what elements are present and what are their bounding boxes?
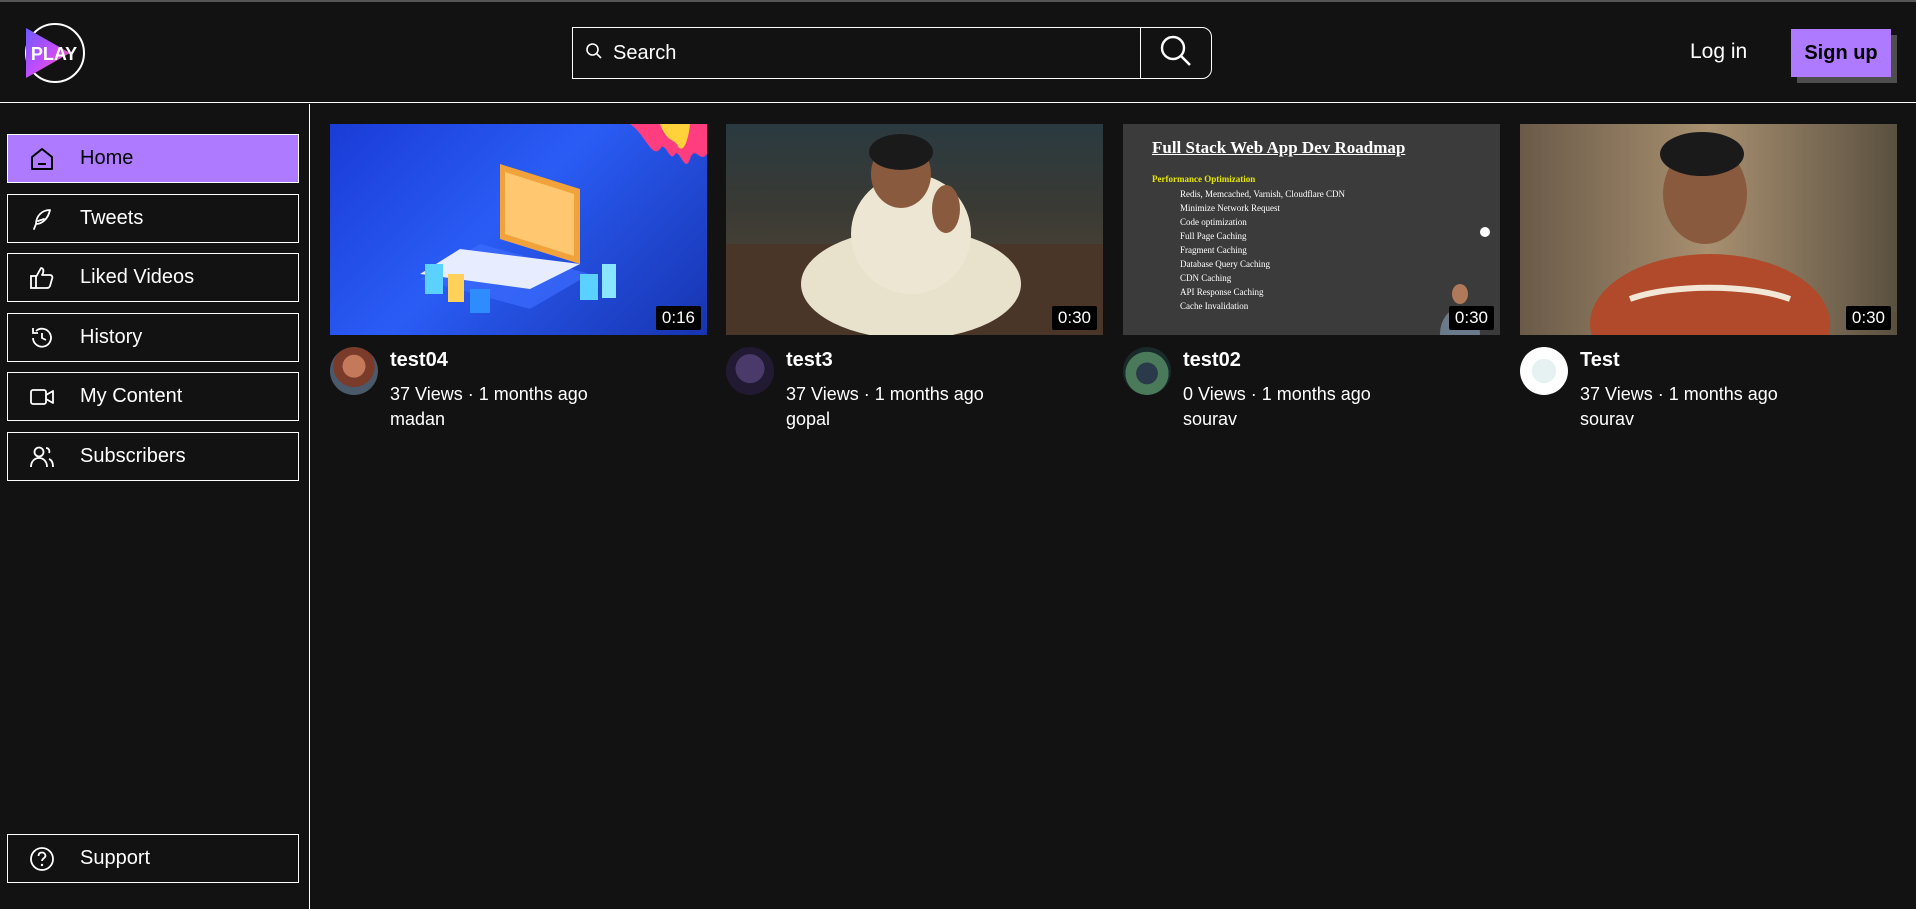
video-thumbnail[interactable]: Full Stack Web App Dev Roadmap Performan… (1123, 124, 1500, 335)
video-thumbnail[interactable]: 0:30 (1520, 124, 1897, 335)
video-stats: 37 Views · 1 months ago (786, 384, 984, 404)
channel-name[interactable]: gopal (786, 409, 830, 430)
video-duration: 0:16 (655, 306, 701, 330)
sidebar-item-my-content[interactable]: My Content (7, 372, 299, 421)
sidebar-item-label: Subscribers (80, 445, 186, 467)
sidebar-item-home[interactable]: Home (7, 134, 299, 183)
home-icon (28, 145, 56, 173)
channel-name[interactable]: sourav (1580, 409, 1634, 430)
video-stats: 37 Views · 1 months ago (1580, 384, 1778, 404)
top-bar: PLAY Log in Sign up (0, 2, 1916, 103)
sidebar-item-subscribers[interactable]: Subscribers (7, 432, 299, 481)
thumbnail-illustration (420, 124, 707, 313)
sidebar-item-label: Liked Videos (80, 266, 195, 288)
sidebar-item-label: My Content (80, 385, 183, 407)
video-duration: 0:30 (1051, 306, 1097, 330)
search-button[interactable] (1141, 28, 1211, 78)
video-card[interactable]: 0:16 test04 37 Views · 1 months ago mada… (330, 124, 707, 437)
thumbs-up-icon (28, 264, 56, 292)
sidebar-item-label: Home (80, 147, 134, 169)
video-meta: test02 0 Views · 1 months ago sourav (1123, 347, 1500, 437)
sidebar-item-history[interactable]: History (7, 313, 299, 362)
video-card[interactable]: Full Stack Web App Dev Roadmap Performan… (1123, 124, 1500, 437)
video-duration: 0:30 (1845, 306, 1891, 330)
history-icon (28, 324, 56, 352)
help-circle-icon (28, 845, 56, 873)
users-icon (28, 443, 56, 471)
video-title[interactable]: Test (1580, 349, 1620, 372)
video-thumbnail[interactable]: 0:30 (726, 124, 1103, 335)
video-meta: test3 37 Views · 1 months ago gopal (726, 347, 1103, 437)
search-field-wrapper (573, 28, 1141, 78)
video-card[interactable]: 0:30 test3 37 Views · 1 months ago gopal (726, 124, 1103, 437)
sidebar-item-support[interactable]: Support (7, 834, 299, 883)
video-stats: 0 Views · 1 months ago (1183, 384, 1371, 404)
play-logo[interactable]: PLAY (24, 22, 86, 84)
video-duration: 0:30 (1448, 306, 1494, 330)
sidebar-item-label: Tweets (80, 207, 144, 229)
video-camera-icon (28, 383, 56, 411)
sidebar-item-liked-videos[interactable]: Liked Videos (7, 253, 299, 302)
avatar[interactable] (1123, 347, 1171, 395)
sidebar-item-label: Support (80, 847, 151, 869)
video-meta: Test 37 Views · 1 months ago sourav (1520, 347, 1897, 437)
logo-text: PLAY (31, 44, 77, 64)
thumbnail-photo (1590, 132, 1830, 335)
search-input[interactable] (613, 41, 1113, 65)
presenter-overlay (1440, 227, 1490, 335)
thumbnail-photo (726, 134, 1103, 335)
sidebar: Home Tweets Liked Videos History My Cont… (0, 104, 310, 909)
avatar[interactable] (1520, 347, 1568, 395)
signup-button[interactable]: Sign up (1791, 29, 1891, 77)
video-title[interactable]: test02 (1183, 349, 1241, 372)
video-title[interactable]: test04 (390, 349, 448, 372)
video-title[interactable]: test3 (786, 349, 833, 372)
feather-icon (28, 205, 56, 233)
sidebar-item-label: History (80, 326, 143, 348)
avatar[interactable] (726, 347, 774, 395)
video-thumbnail[interactable]: 0:16 (330, 124, 707, 335)
search-icon (585, 42, 603, 65)
channel-name[interactable]: sourav (1183, 409, 1237, 430)
video-stats: 37 Views · 1 months ago (390, 384, 588, 404)
sidebar-item-tweets[interactable]: Tweets (7, 194, 299, 243)
search-bar (572, 27, 1212, 79)
channel-name[interactable]: madan (390, 409, 445, 430)
video-card[interactable]: 0:30 Test 37 Views · 1 months ago sourav (1520, 124, 1897, 437)
login-button[interactable]: Log in (1690, 40, 1747, 64)
search-icon (1159, 34, 1193, 73)
video-meta: test04 37 Views · 1 months ago madan (330, 347, 707, 437)
avatar[interactable] (330, 347, 378, 395)
